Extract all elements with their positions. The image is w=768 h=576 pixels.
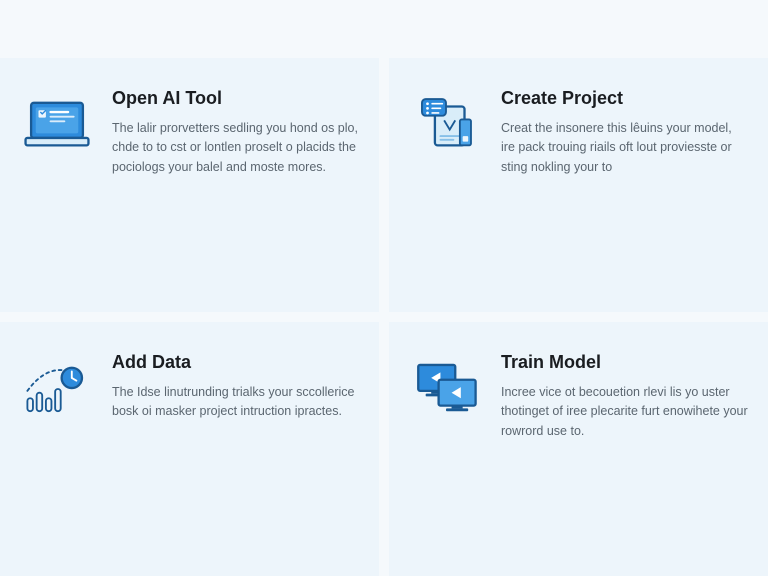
card-text: Train Model Incree vice ot becouetion rl… bbox=[501, 352, 748, 441]
card-open-ai-tool: Open AI Tool The lalir prorvetters sedli… bbox=[0, 58, 379, 312]
card-text: Add Data The Idse linutrunding trialks y… bbox=[112, 352, 359, 422]
card-create-project: Create Project Creat the insonere this l… bbox=[389, 58, 768, 312]
monitors-icon bbox=[409, 352, 483, 426]
card-title: Train Model bbox=[501, 352, 748, 373]
card-text: Create Project Creat the insonere this l… bbox=[501, 88, 748, 177]
chart-icon bbox=[20, 352, 94, 426]
card-add-data: Add Data The Idse linutrunding trialks y… bbox=[0, 322, 379, 576]
card-desc: The Idse linutrunding trialks your sccol… bbox=[112, 383, 359, 422]
card-title: Create Project bbox=[501, 88, 748, 109]
card-train-model: Train Model Incree vice ot becouetion rl… bbox=[389, 322, 768, 576]
card-text: Open AI Tool The lalir prorvetters sedli… bbox=[112, 88, 359, 177]
card-title: Open AI Tool bbox=[112, 88, 359, 109]
card-title: Add Data bbox=[112, 352, 359, 373]
project-icon bbox=[409, 88, 483, 162]
card-desc: Incree vice ot becouetion rlevi lis yo u… bbox=[501, 383, 748, 441]
feature-grid: Open AI Tool The lalir prorvetters sedli… bbox=[0, 58, 768, 576]
laptop-icon bbox=[20, 88, 94, 162]
card-desc: The lalir prorvetters sedling you hond o… bbox=[112, 119, 359, 177]
card-desc: Creat the insonere this lêuins your mode… bbox=[501, 119, 748, 177]
